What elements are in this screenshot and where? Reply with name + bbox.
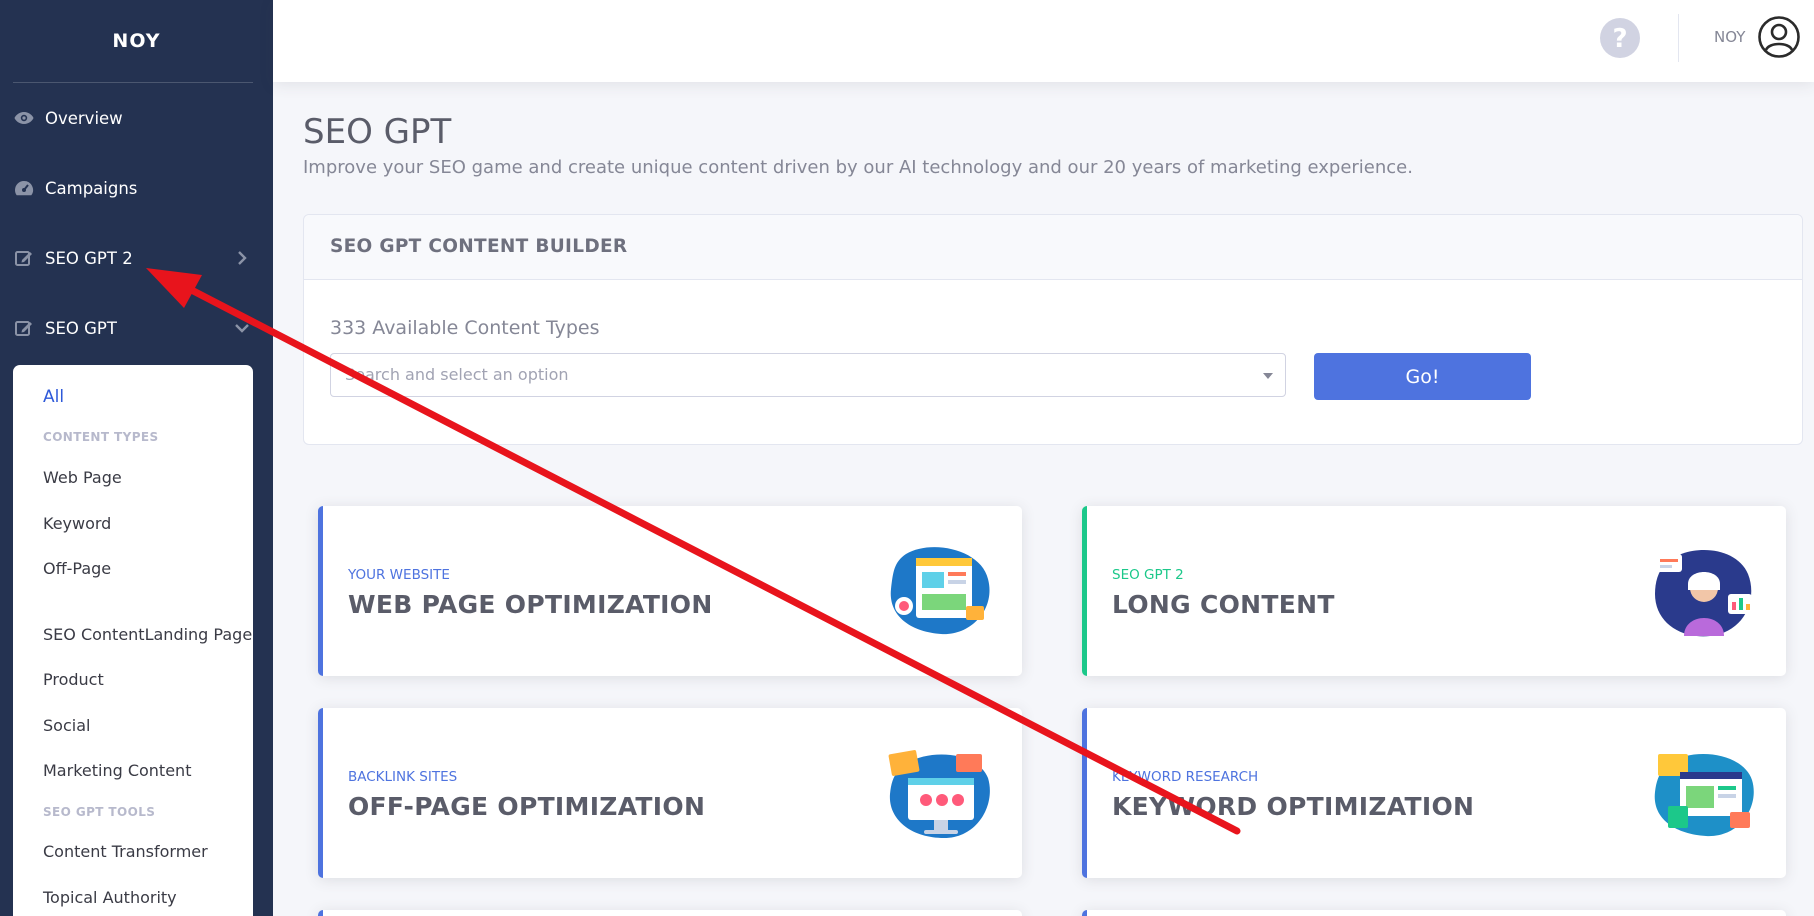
seo-gpt-submenu: All CONTENT TYPES Web Page Keyword Off-P… <box>13 365 253 916</box>
card-accent-bar <box>1082 506 1087 676</box>
edit-icon <box>14 248 34 268</box>
keyword-illustration-icon <box>1650 746 1758 841</box>
sidebar-divider <box>13 82 253 83</box>
content-builder-card: SEO GPT CONTENT BUILDER 333 Available Co… <box>303 214 1803 445</box>
page-subtitle: Improve your SEO game and create unique … <box>303 157 1413 178</box>
card-keyword-optimization[interactable]: KEYWORD RESEARCH KEYWORD OPTIMIZATION <box>1082 708 1786 878</box>
card-next-row-left[interactable] <box>318 910 1022 916</box>
svg-text:?: ? <box>1612 24 1627 54</box>
card-title: LONG CONTENT <box>1112 590 1335 619</box>
card-kicker: SEO GPT 2 <box>1112 567 1184 583</box>
select-placeholder: Search and select an option <box>345 365 569 384</box>
submenu-heading-content-types: CONTENT TYPES <box>43 430 159 444</box>
available-content-types: 333 Available Content Types <box>330 317 600 339</box>
topbar: ? NOY <box>273 0 1814 82</box>
card-accent-bar <box>318 910 323 916</box>
card-accent-bar <box>1082 708 1087 878</box>
chevron-right-icon <box>233 248 251 268</box>
card-kicker: KEYWORD RESEARCH <box>1112 769 1259 785</box>
submenu-item-web-page[interactable]: Web Page <box>43 468 122 487</box>
card-title: OFF-PAGE OPTIMIZATION <box>348 792 706 821</box>
user-circle-icon[interactable] <box>1757 15 1801 59</box>
edit-icon <box>14 318 34 338</box>
sidebar-item-campaigns[interactable]: Campaigns <box>0 166 273 210</box>
card-next-row-right[interactable] <box>1082 910 1786 916</box>
web-page-illustration-icon <box>886 544 994 639</box>
submenu-item-marketing-content[interactable]: Marketing Content <box>43 761 191 780</box>
submenu-item-keyword[interactable]: Keyword <box>43 514 111 533</box>
content-builder-header: SEO GPT CONTENT BUILDER <box>304 215 1802 280</box>
submenu-heading-tools: SEO GPT TOOLS <box>43 805 156 819</box>
off-page-illustration-icon <box>886 746 994 841</box>
question-circle-icon[interactable]: ? <box>1599 17 1641 59</box>
sidebar-item-label: Campaigns <box>45 178 138 198</box>
long-content-illustration-icon <box>1650 544 1758 639</box>
card-off-page-optimization[interactable]: BACKLINK SITES OFF-PAGE OPTIMIZATION <box>318 708 1022 878</box>
sidebar-item-overview[interactable]: Overview <box>0 96 273 140</box>
content-type-select[interactable]: Search and select an option <box>330 353 1286 397</box>
brand-logo[interactable]: NOY <box>0 0 273 82</box>
sidebar-item-label: SEO GPT <box>45 318 117 338</box>
topbar-divider <box>1678 14 1679 62</box>
card-web-page-optimization[interactable]: YOUR WEBSITE WEB PAGE OPTIMIZATION <box>318 506 1022 676</box>
submenu-item-product[interactable]: Product <box>43 670 104 689</box>
card-kicker: BACKLINK SITES <box>348 769 458 785</box>
sidebar-item-seo-gpt[interactable]: SEO GPT <box>0 306 273 350</box>
submenu-item-seo-content-landing-page[interactable]: SEO ContentLanding Page <box>43 625 252 644</box>
user-name[interactable]: NOY <box>1714 28 1745 46</box>
caret-down-icon <box>1263 373 1273 379</box>
card-long-content[interactable]: SEO GPT 2 LONG CONTENT <box>1082 506 1786 676</box>
page-title: SEO GPT <box>303 112 452 152</box>
card-kicker: YOUR WEBSITE <box>348 567 450 583</box>
card-title: KEYWORD OPTIMIZATION <box>1112 792 1475 821</box>
chevron-down-icon <box>233 318 251 338</box>
go-button[interactable]: Go! <box>1314 353 1531 400</box>
card-accent-bar <box>318 506 323 676</box>
card-accent-bar <box>1082 910 1087 916</box>
submenu-item-topical-authority[interactable]: Topical Authority <box>43 888 177 907</box>
tachometer-icon <box>14 178 34 198</box>
submenu-item-content-transformer[interactable]: Content Transformer <box>43 842 208 861</box>
sidebar: NOY Overview Campaigns SEO GPT 2 SEO GPT… <box>0 0 273 916</box>
submenu-item-all[interactable]: All <box>43 387 64 407</box>
card-title: WEB PAGE OPTIMIZATION <box>348 590 713 619</box>
card-accent-bar <box>318 708 323 878</box>
sidebar-item-label: Overview <box>45 108 123 128</box>
sidebar-item-seo-gpt-2[interactable]: SEO GPT 2 <box>0 236 273 280</box>
eye-icon <box>14 108 34 128</box>
submenu-item-off-page[interactable]: Off-Page <box>43 559 111 578</box>
submenu-item-social[interactable]: Social <box>43 716 90 735</box>
sidebar-item-label: SEO GPT 2 <box>45 248 133 268</box>
